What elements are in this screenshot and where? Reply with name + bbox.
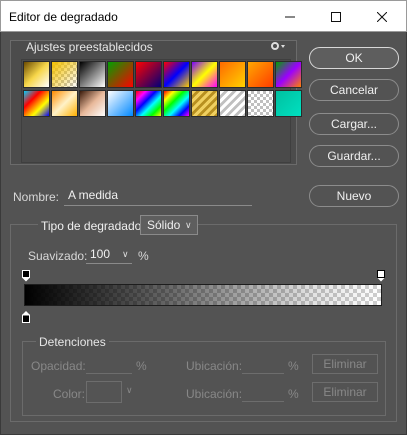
color-stop-left[interactable] — [22, 311, 30, 323]
presets-label: Ajustes preestablecidos — [26, 40, 153, 54]
delete-opacity-stop-button[interactable]: Eliminar — [312, 354, 378, 374]
preset-swatch[interactable] — [23, 61, 50, 88]
preset-swatch[interactable] — [107, 61, 134, 88]
maximize-icon — [331, 11, 341, 22]
name-label: Nombre: — [13, 190, 60, 204]
preset-swatch[interactable] — [163, 61, 190, 88]
ok-button[interactable]: OK — [309, 47, 399, 69]
preset-swatch[interactable] — [79, 61, 106, 88]
name-field[interactable] — [64, 185, 252, 206]
opacity-unit: % — [136, 359, 147, 373]
title-bar: Editor de degradado — [0, 0, 407, 32]
load-button[interactable]: Cargar... — [309, 113, 399, 135]
smoothness-label: Suavizado: — [28, 249, 88, 263]
opacity-location-unit: % — [288, 359, 299, 373]
minimize-icon — [285, 16, 295, 17]
preset-swatch[interactable] — [275, 61, 302, 88]
gradient-type-value: Sólido — [147, 218, 181, 232]
close-button[interactable] — [359, 1, 405, 32]
delete-color-stop-button[interactable]: Eliminar — [312, 382, 378, 402]
opacity-field[interactable] — [86, 354, 132, 374]
opacity-location-field[interactable] — [242, 354, 284, 374]
preset-swatch[interactable] — [191, 90, 218, 117]
maximize-button[interactable] — [313, 1, 359, 32]
preset-swatch[interactable] — [275, 90, 302, 117]
gradient-preview-bar[interactable] — [24, 284, 382, 306]
color-location-label: Ubicación: — [186, 387, 243, 401]
preset-swatch[interactable] — [191, 61, 218, 88]
stops-panel — [22, 341, 386, 416]
chevron-down-icon[interactable]: ∨ — [126, 385, 133, 396]
close-icon — [377, 11, 387, 22]
preset-swatch[interactable] — [247, 90, 274, 117]
opacity-label: Opacidad: — [31, 359, 86, 373]
preset-swatch[interactable] — [135, 90, 162, 117]
preset-swatch[interactable] — [79, 90, 106, 117]
preset-swatch[interactable] — [247, 61, 274, 88]
preset-swatch[interactable] — [219, 90, 246, 117]
gradient-type-select[interactable]: Sólido ∨ — [140, 215, 198, 235]
color-location-field[interactable] — [242, 382, 284, 402]
new-button[interactable]: Nuevo — [309, 185, 399, 207]
chevron-down-icon: ∨ — [185, 220, 192, 230]
opacity-stop-left[interactable] — [22, 270, 30, 282]
preset-swatch[interactable] — [107, 90, 134, 117]
smoothness-field[interactable]: 100 ∨ — [86, 244, 132, 264]
smoothness-unit: % — [138, 249, 149, 263]
opacity-stop-right[interactable] — [377, 270, 385, 282]
gradient-type-label: Tipo de degradado: — [38, 219, 148, 233]
minimize-button[interactable] — [267, 1, 313, 32]
preset-swatch[interactable] — [51, 90, 78, 117]
save-button[interactable]: Guardar... — [309, 145, 399, 167]
cancel-button[interactable]: Cancelar — [309, 79, 399, 101]
opacity-location-label: Ubicación: — [186, 359, 243, 373]
stops-label: Detenciones — [36, 335, 109, 349]
window-title: Editor de degradado — [9, 10, 118, 24]
preset-swatch[interactable] — [23, 90, 50, 117]
preset-swatch[interactable] — [51, 61, 78, 88]
color-swatch[interactable] — [86, 381, 122, 403]
chevron-down-icon: ∨ — [122, 249, 129, 259]
preset-swatch[interactable] — [135, 61, 162, 88]
color-location-unit: % — [288, 387, 299, 401]
preset-swatch-grid — [21, 59, 302, 163]
preset-swatch[interactable] — [219, 61, 246, 88]
gear-icon[interactable] — [270, 40, 288, 52]
smoothness-value: 100 — [90, 247, 111, 261]
color-label: Color: — [53, 387, 86, 401]
preset-swatch[interactable] — [163, 90, 190, 117]
